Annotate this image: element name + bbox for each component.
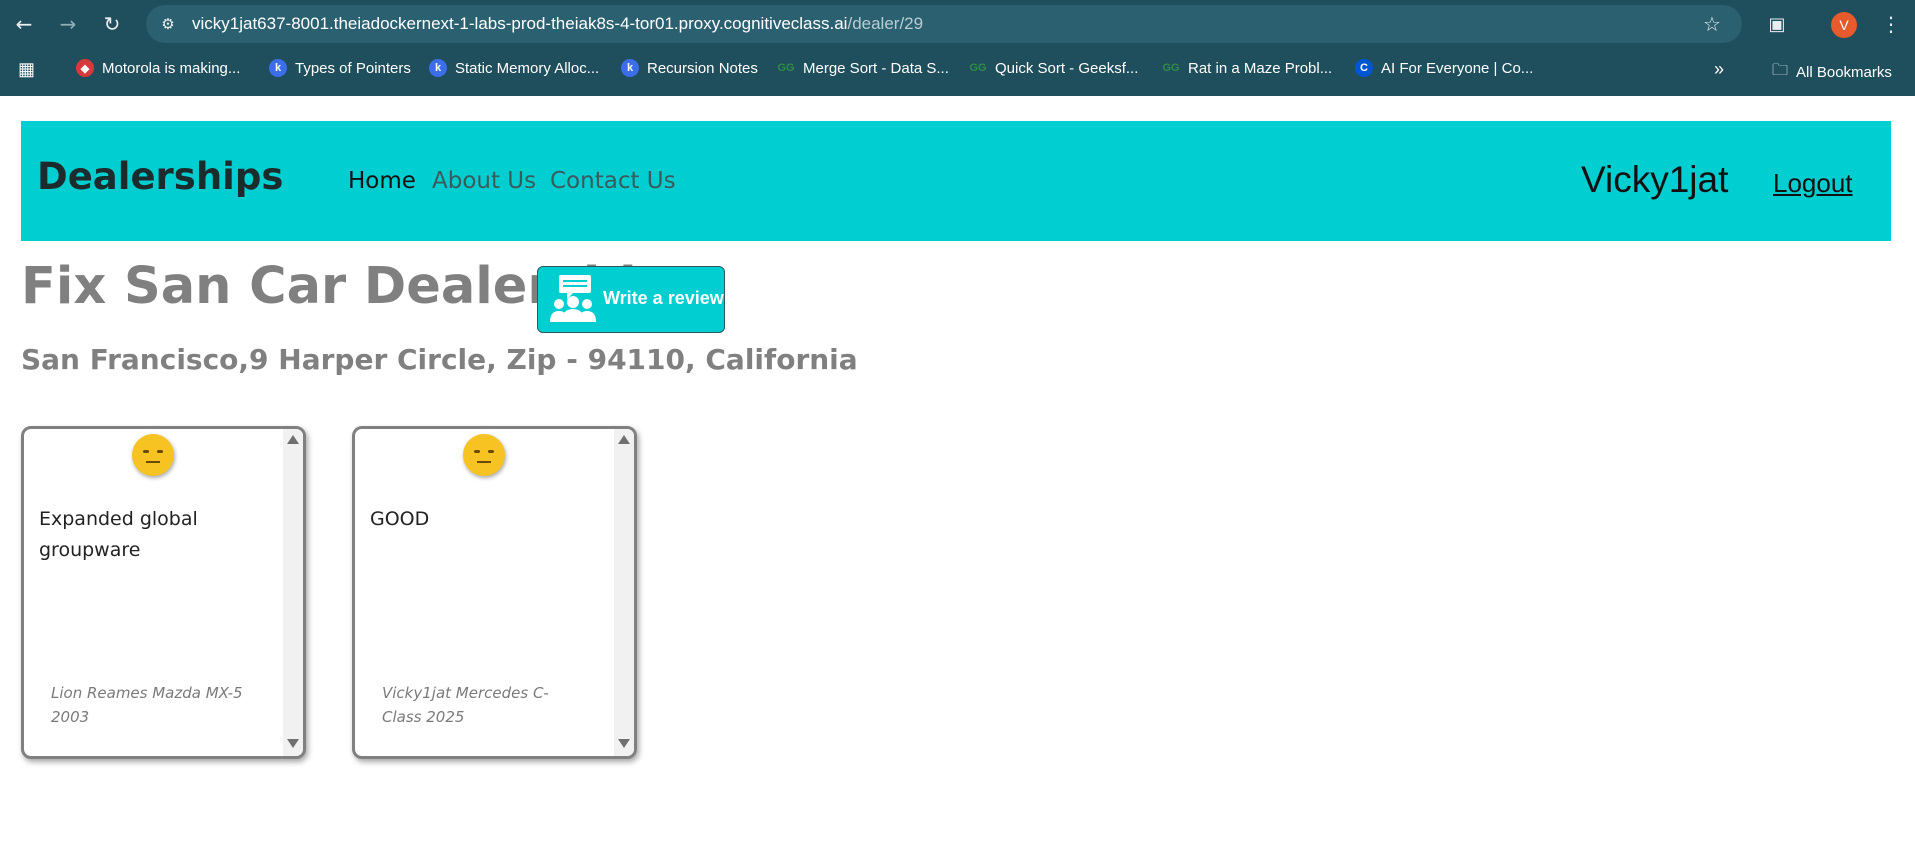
bookmark-star-icon[interactable]: ☆: [1698, 10, 1726, 38]
reviewer-info: Lion Reames Mazda MX-5 2003: [51, 684, 243, 726]
k-icon: k: [429, 59, 447, 77]
folder-icon: 🗀: [1772, 62, 1789, 79]
logout-link[interactable]: Logout: [1773, 168, 1853, 199]
review-text: GOOD: [370, 508, 430, 530]
scroll-up-icon[interactable]: [287, 435, 299, 444]
all-bookmarks[interactable]: 🗀 All Bookmarks: [1772, 59, 1892, 86]
review-text: Expanded global groupware: [39, 508, 198, 561]
bookmark-item[interactable]: C AI For Everyone | Co...: [1355, 59, 1533, 77]
bookmark-item[interactable]: GG Quick Sort - Geeksf...: [969, 59, 1138, 77]
reviewer-info: Vicky1jat Mercedes C-Class 2025: [382, 684, 549, 726]
url-text[interactable]: vicky1jat637-8001.theiadockernext-1-labs…: [192, 14, 923, 34]
apps-grid-icon[interactable]: ▦: [18, 59, 35, 80]
gfg-icon: GG: [777, 62, 795, 74]
nav-home[interactable]: Home: [348, 168, 416, 194]
back-icon[interactable]: ←: [10, 10, 38, 38]
shield-icon: ◆: [76, 59, 94, 77]
bookmark-item[interactable]: k Static Memory Alloc...: [429, 59, 599, 77]
bookmark-item[interactable]: k Recursion Notes: [621, 59, 758, 77]
brand-title[interactable]: Dealerships: [37, 155, 283, 198]
review-card: Expanded global groupware Lion Reames Ma…: [21, 426, 306, 759]
site-settings-icon[interactable]: ⚙: [154, 10, 182, 38]
scroll-down-icon[interactable]: [287, 739, 299, 748]
bookmarks-bar: ▦ ◆ Motorola is making... k Types of Point…: [0, 52, 1915, 88]
write-review-label: Write a review: [603, 288, 724, 308]
gfg-icon: GG: [969, 62, 987, 74]
dealer-address: San Francisco,9 Harper Circle, Zip - 941…: [21, 343, 858, 376]
url-host: vicky1jat637-8001.theiadockernext-1-labs…: [192, 14, 848, 33]
scroll-up-icon[interactable]: [618, 435, 630, 444]
bookmark-item[interactable]: GG Rat in a Maze Probl...: [1162, 59, 1332, 77]
site-navbar: Dealerships Home About Us Contact Us Vic…: [21, 121, 1891, 241]
people-review-icon: [550, 275, 596, 322]
username-label: Vicky1jat: [1581, 159, 1729, 200]
browser-chrome: ← → ↻ ⚙ vicky1jat637-8001.theiadockernex…: [0, 0, 1915, 96]
bookmark-item[interactable]: ◆ Motorola is making...: [76, 59, 240, 77]
forward-icon[interactable]: →: [54, 10, 82, 38]
review-card: GOOD Vicky1jat Mercedes C-Class 2025: [352, 426, 637, 759]
extensions-icon[interactable]: ▣: [1763, 10, 1791, 38]
neutral-emoji-icon: [463, 434, 505, 476]
profile-avatar[interactable]: V: [1831, 12, 1857, 38]
reload-icon[interactable]: ↻: [98, 10, 126, 38]
bookmark-item[interactable]: k Types of Pointers: [269, 59, 411, 77]
bookmark-item[interactable]: GG Merge Sort - Data S...: [777, 59, 948, 77]
card-scrollbar[interactable]: [614, 429, 634, 756]
neutral-emoji-icon: [132, 434, 174, 476]
nav-contact-us[interactable]: Contact Us: [550, 168, 676, 194]
nav-about-us[interactable]: About Us: [432, 168, 536, 194]
browser-toolbar: ← → ↻ ⚙ vicky1jat637-8001.theiadockernex…: [0, 0, 1915, 48]
write-review-button[interactable]: Write a review: [537, 266, 725, 333]
gfg-icon: GG: [1162, 62, 1180, 74]
scroll-down-icon[interactable]: [618, 739, 630, 748]
more-bookmarks-icon[interactable]: »: [1714, 59, 1724, 80]
k-icon: k: [621, 59, 639, 77]
url-path: /dealer/29: [847, 14, 924, 33]
k-icon: k: [269, 59, 287, 77]
address-bar[interactable]: ⚙ vicky1jat637-8001.theiadockernext-1-la…: [146, 5, 1742, 43]
coursera-icon: C: [1355, 59, 1373, 77]
card-scrollbar[interactable]: [283, 429, 303, 756]
menu-dots-icon[interactable]: ⋮: [1877, 10, 1905, 38]
